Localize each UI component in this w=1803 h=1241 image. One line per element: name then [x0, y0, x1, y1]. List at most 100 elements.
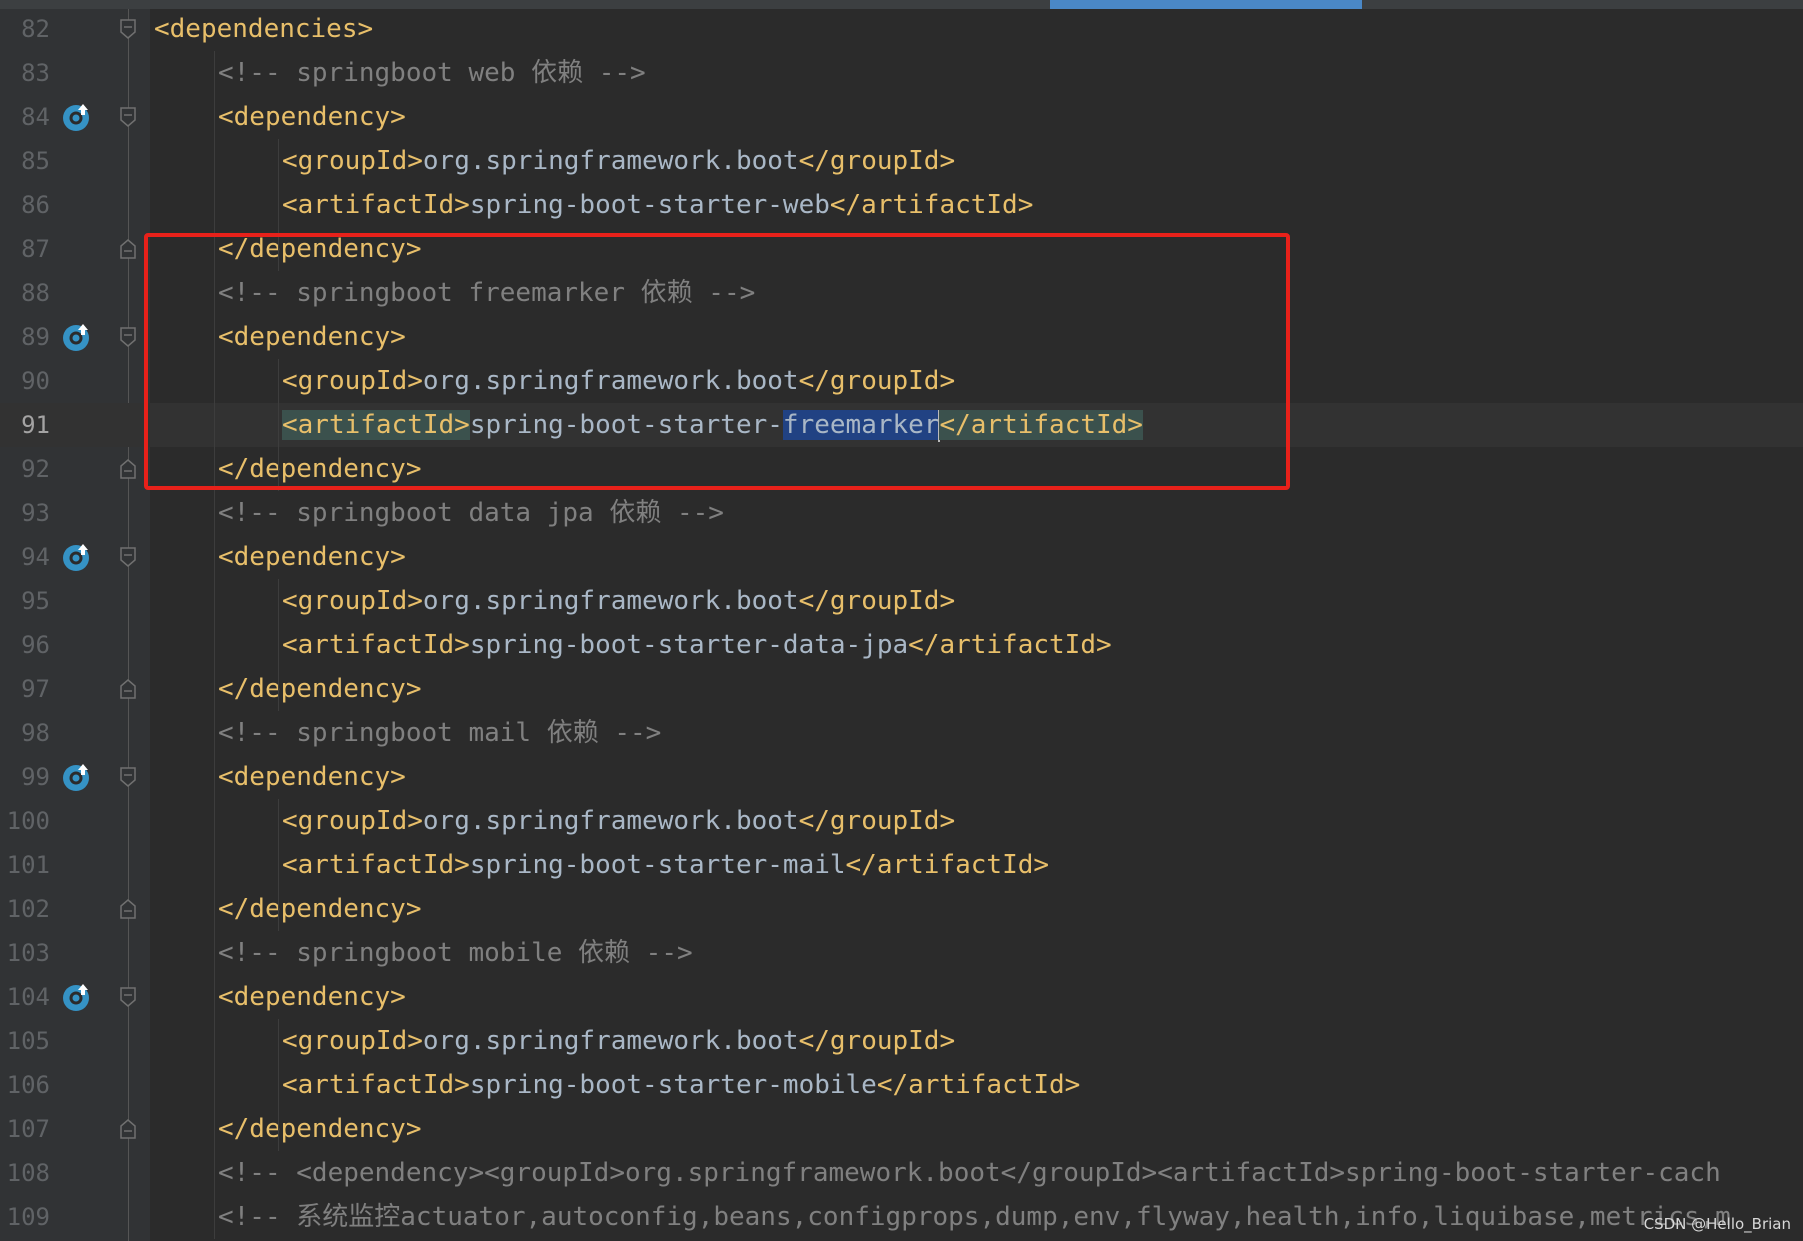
fold-open-icon[interactable] — [120, 107, 136, 127]
line-number: 84 — [21, 103, 50, 131]
code-line[interactable]: 107 </dependency> — [0, 1107, 1803, 1151]
line-number: 94 — [21, 543, 50, 571]
fold-close-icon[interactable] — [120, 459, 136, 479]
code-text[interactable]: <!-- 系统监控actuator,autoconfig,beans,confi… — [218, 1195, 1731, 1239]
code-text[interactable]: <artifactId>spring-boot-starter-data-jpa… — [282, 623, 1112, 667]
xml-tag: <groupId> — [282, 146, 423, 176]
line-number: 95 — [21, 587, 50, 615]
maven-dependency-icon[interactable] — [62, 762, 92, 792]
code-line[interactable]: 99 <dependency> — [0, 755, 1803, 799]
code-text[interactable]: </dependency> — [218, 887, 422, 931]
xml-tag: </artifactId> — [876, 1070, 1081, 1100]
code-line[interactable]: 109 <!-- 系统监控actuator,autoconfig,beans,co… — [0, 1195, 1803, 1239]
fold-open-icon[interactable] — [120, 547, 136, 567]
xml-comment: <!-- springboot mail 依赖 --> — [218, 718, 662, 748]
maven-dependency-icon[interactable] — [62, 982, 92, 1012]
line-number: 82 — [21, 15, 50, 43]
code-text[interactable]: <groupId>org.springframework.boot</group… — [282, 139, 955, 183]
code-line[interactable]: 102 </dependency> — [0, 887, 1803, 931]
code-line[interactable]: 97 </dependency> — [0, 667, 1803, 711]
code-line[interactable]: 105 <groupId>org.springframework.boot</gr… — [0, 1019, 1803, 1063]
indent-guide — [214, 51, 215, 1239]
code-text[interactable]: <groupId>org.springframework.boot</group… — [282, 1019, 955, 1063]
code-line[interactable]: 95 <groupId>org.springframework.boot</gro… — [0, 579, 1803, 623]
fold-close-icon[interactable] — [120, 679, 136, 699]
code-line[interactable]: 86 <artifactId>spring-boot-starter-web</a… — [0, 183, 1803, 227]
xml-tag: </groupId> — [798, 586, 956, 616]
line-number: 105 — [6, 1027, 50, 1055]
xml-text: org.springframework.boot — [422, 1026, 799, 1056]
code-text[interactable]: <dependencies> — [154, 7, 373, 51]
fold-close-icon[interactable] — [120, 1119, 136, 1139]
xml-comment: <!-- <dependency><groupId>org.springfram… — [218, 1158, 1721, 1188]
line-number: 108 — [6, 1159, 50, 1187]
xml-tag: <groupId> — [282, 1026, 423, 1056]
line-number: 106 — [6, 1071, 50, 1099]
code-line[interactable]: 83 <!-- springboot web 依赖 --> — [0, 51, 1803, 95]
highlight-annotation-box — [144, 233, 1290, 490]
maven-dependency-icon[interactable] — [62, 322, 92, 352]
code-line[interactable]: 108 <!-- <dependency><groupId>org.springf… — [0, 1151, 1803, 1195]
code-text[interactable]: <dependency> — [218, 755, 406, 799]
xml-tag: </groupId> — [798, 1026, 956, 1056]
xml-tag: <artifactId> — [282, 1070, 470, 1100]
code-text[interactable]: </dependency> — [218, 667, 422, 711]
code-text[interactable]: </dependency> — [218, 1107, 422, 1151]
xml-comment: actuator,autoconfig,beans,configprops,du… — [400, 1202, 1731, 1232]
code-text[interactable]: <!-- springboot data jpa 依赖 --> — [218, 491, 724, 535]
code-line[interactable]: 84 <dependency> — [0, 95, 1803, 139]
line-number: 99 — [21, 763, 50, 791]
fold-open-icon[interactable] — [120, 987, 136, 1007]
code-line[interactable]: 104 <dependency> — [0, 975, 1803, 1019]
xml-tag: <dependency> — [218, 762, 406, 792]
code-line[interactable]: 98 <!-- springboot mail 依赖 --> — [0, 711, 1803, 755]
xml-text: spring-boot-starter-data-jpa — [469, 630, 909, 660]
code-text[interactable]: <artifactId>spring-boot-starter-web</art… — [282, 183, 1033, 227]
xml-tag: <dependency> — [218, 102, 406, 132]
xml-tag: </dependency> — [218, 894, 422, 924]
xml-tag: </artifactId> — [908, 630, 1112, 660]
watermark: CSDN @Hello_Brian — [1643, 1215, 1791, 1233]
xml-text: spring-boot-starter-mail — [469, 850, 846, 880]
code-text[interactable]: <dependency> — [218, 975, 406, 1019]
fold-open-icon[interactable] — [120, 767, 136, 787]
code-line[interactable]: 85 <groupId>org.springframework.boot</gro… — [0, 139, 1803, 183]
code-text[interactable]: <artifactId>spring-boot-starter-mail</ar… — [282, 843, 1049, 887]
maven-dependency-icon[interactable] — [62, 102, 92, 132]
xml-comment: <!-- springboot web 依赖 --> — [218, 58, 646, 88]
code-text[interactable]: <!-- springboot web 依赖 --> — [218, 51, 646, 95]
code-line[interactable]: 82 <dependencies> — [0, 7, 1803, 51]
code-line[interactable]: 101 <artifactId>spring-boot-starter-mail<… — [0, 843, 1803, 887]
line-number: 102 — [6, 895, 50, 923]
code-line[interactable]: 106 <artifactId>spring-boot-starter-mobil… — [0, 1063, 1803, 1107]
fold-close-icon[interactable] — [120, 239, 136, 259]
code-text[interactable]: <!-- springboot mobile 依赖 --> — [218, 931, 693, 975]
xml-tag: </dependency> — [218, 1114, 422, 1144]
xml-tag: <dependencies> — [154, 14, 374, 44]
maven-dependency-icon[interactable] — [62, 542, 92, 572]
xml-comment: <!-- 系统监控 — [218, 1202, 401, 1232]
code-line[interactable]: 100 <groupId>org.springframework.boot</gr… — [0, 799, 1803, 843]
fold-close-icon[interactable] — [120, 899, 136, 919]
line-number: 85 — [21, 147, 50, 175]
indent-guide — [278, 799, 279, 931]
code-line[interactable]: 96 <artifactId>spring-boot-starter-data-j… — [0, 623, 1803, 667]
xml-tag: <dependency> — [218, 542, 406, 572]
code-line[interactable]: 103 <!-- springboot mobile 依赖 --> — [0, 931, 1803, 975]
fold-open-icon[interactable] — [120, 19, 136, 39]
code-text[interactable]: <dependency> — [218, 535, 406, 579]
line-number: 101 — [6, 851, 50, 879]
code-line[interactable]: 93 <!-- springboot data jpa 依赖 --> — [0, 491, 1803, 535]
code-text[interactable]: <!-- springboot mail 依赖 --> — [218, 711, 661, 755]
code-text[interactable]: <artifactId>spring-boot-starter-mobile</… — [282, 1063, 1080, 1107]
code-text[interactable]: <groupId>org.springframework.boot</group… — [282, 799, 955, 843]
xml-comment: <!-- springboot mobile 依赖 --> — [218, 938, 693, 968]
xml-tag: <groupId> — [282, 586, 423, 616]
code-line[interactable]: 94 <dependency> — [0, 535, 1803, 579]
fold-open-icon[interactable] — [120, 327, 136, 347]
code-text[interactable]: <!-- <dependency><groupId>org.springfram… — [218, 1151, 1721, 1195]
code-text[interactable]: <groupId>org.springframework.boot</group… — [282, 579, 955, 623]
xml-text: org.springframework.boot — [422, 146, 799, 176]
xml-tag: </dependency> — [218, 674, 422, 704]
code-text[interactable]: <dependency> — [218, 95, 406, 139]
